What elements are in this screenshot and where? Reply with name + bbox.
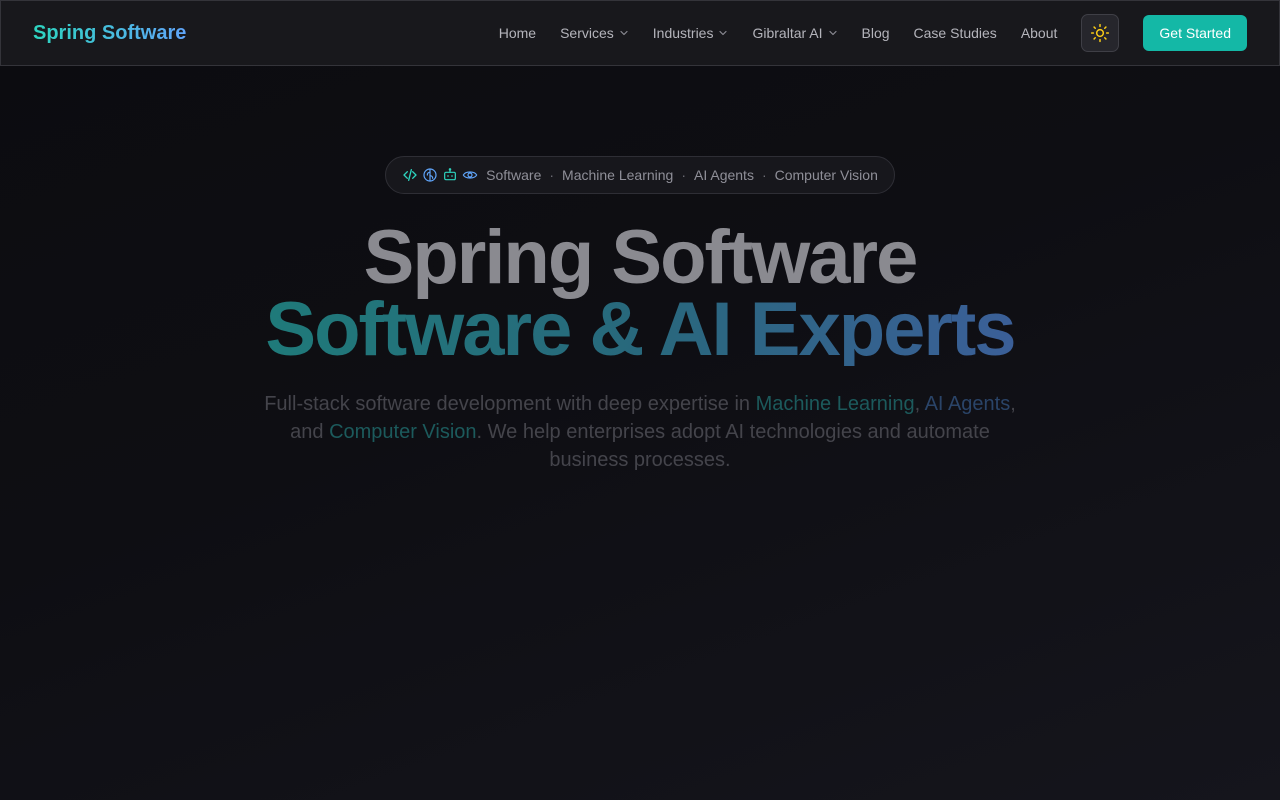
topic-ai-agents: AI Agents bbox=[694, 167, 754, 183]
nav-item-label: About bbox=[1020, 25, 1058, 41]
nav-item-home[interactable]: Home bbox=[499, 25, 536, 41]
nav-item-label: Blog bbox=[861, 25, 890, 41]
topic-icons bbox=[402, 167, 478, 183]
brand-logo[interactable]: Spring Software bbox=[33, 22, 186, 45]
nav-item-services[interactable]: Services bbox=[560, 25, 629, 41]
topic-separator: · bbox=[761, 167, 767, 183]
chevron-down-icon bbox=[620, 30, 628, 36]
nav-item-industries[interactable]: Industries bbox=[653, 25, 729, 41]
chevron-down-icon bbox=[719, 30, 728, 36]
subtitle-text: Full-stack software development with dee… bbox=[264, 393, 756, 415]
nav-item-label: Home bbox=[498, 25, 537, 41]
topic-separator: · bbox=[549, 167, 555, 183]
theme-toggle-button[interactable] bbox=[1081, 14, 1120, 52]
topic-machine-learning: Machine Learning bbox=[562, 167, 674, 183]
get-started-button[interactable]: Get Started bbox=[1143, 15, 1247, 51]
hero-title-line2: Software & AI Experts bbox=[265, 287, 1016, 372]
nav-item-label: Gibraltar AI bbox=[752, 25, 823, 41]
topic-computer-vision: Computer Vision bbox=[774, 167, 878, 183]
nav-item-about[interactable]: About bbox=[1021, 25, 1058, 41]
topic-separator: · bbox=[681, 167, 687, 183]
nav-item-blog[interactable]: Blog bbox=[862, 25, 890, 41]
eye-icon bbox=[462, 171, 478, 179]
chevron-down-icon bbox=[828, 30, 837, 36]
subtitle-text: , bbox=[914, 393, 925, 415]
top-navbar: Spring Software Home Services Industries… bbox=[0, 0, 1280, 66]
topics-pill: Software · Machine Learning · AI Agents … bbox=[385, 156, 895, 194]
sun-icon bbox=[1091, 23, 1110, 43]
nav-item-gibraltar-ai[interactable]: Gibraltar AI bbox=[752, 25, 837, 41]
nav-item-label: Industries bbox=[652, 25, 714, 41]
highlight-computer-vision: Computer Vision bbox=[329, 421, 477, 443]
bot-icon bbox=[444, 168, 457, 181]
hero-title-line1: Spring Software bbox=[363, 215, 919, 300]
highlight-ai-agents: AI Agents bbox=[924, 393, 1011, 415]
hero-section: Software · Machine Learning · AI Agents … bbox=[0, 156, 1280, 474]
hero-title: Spring Software Software & AI Experts bbox=[0, 215, 1280, 372]
hero-subtitle: Full-stack software development with dee… bbox=[250, 390, 1030, 474]
highlight-machine-learning: Machine Learning bbox=[755, 393, 915, 415]
nav-item-label: Services bbox=[560, 25, 614, 41]
brain-icon bbox=[423, 168, 437, 182]
nav-item-case-studies[interactable]: Case Studies bbox=[914, 25, 997, 41]
nav-links: Home Services Industries Gibraltar AI Bl… bbox=[499, 14, 1247, 52]
subtitle-text: . We help enterprises adopt AI technolog… bbox=[476, 421, 990, 471]
nav-item-label: Case Studies bbox=[913, 25, 997, 41]
topic-software: Software bbox=[486, 167, 542, 183]
code-icon bbox=[403, 169, 417, 181]
